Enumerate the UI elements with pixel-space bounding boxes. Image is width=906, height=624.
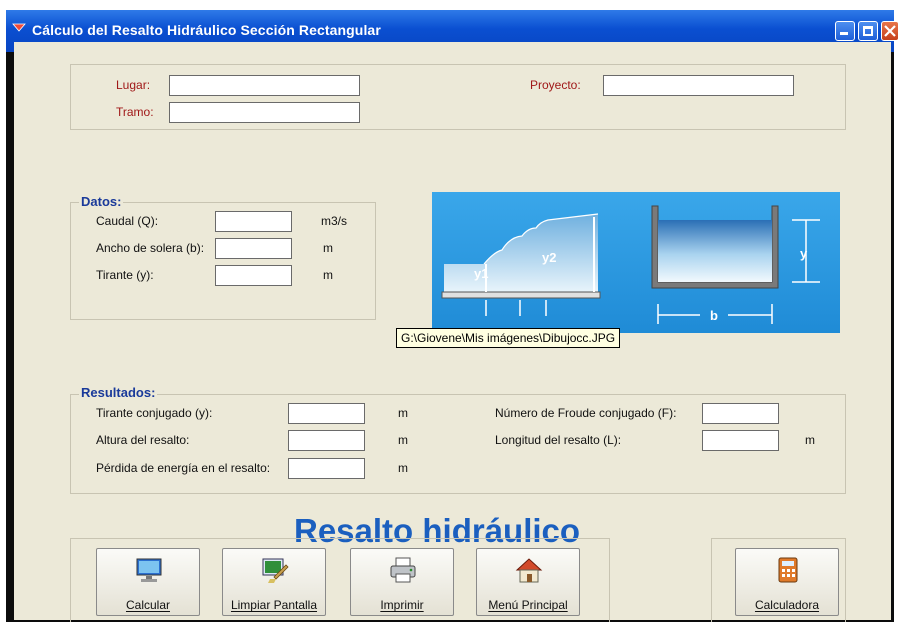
- minimize-icon: [840, 32, 848, 35]
- maximize-icon: [863, 26, 873, 36]
- app-icon: [12, 23, 26, 32]
- perdida-energia-field[interactable]: [288, 458, 365, 479]
- caudal-unit: m3/s: [321, 214, 348, 228]
- froude-label: Número de Froude conjugado (F):: [495, 406, 677, 420]
- maximize-button[interactable]: [858, 21, 878, 41]
- calcular-label: Calcular: [125, 598, 170, 612]
- tramo-field[interactable]: [169, 102, 360, 123]
- tirante-conjugado-label: Tirante conjugado (y):: [96, 406, 213, 420]
- printer-icon: [390, 557, 416, 583]
- calculadora-button[interactable]: Calculadora: [735, 548, 839, 616]
- lugar-field[interactable]: [169, 75, 360, 96]
- hydraulic-jump-diagram: y1 y2 y b: [432, 192, 840, 333]
- ancho-field[interactable]: [215, 238, 292, 259]
- altura-resalto-field[interactable]: [288, 430, 365, 451]
- calculator-icon: [778, 557, 798, 583]
- perdida-energia-label: Pérdida de energía en el resalto:: [96, 461, 271, 475]
- b-label: b: [710, 308, 718, 323]
- tirante-unit: m: [323, 268, 333, 282]
- home-icon: [515, 558, 543, 583]
- tirante-label: Tirante (y):: [96, 268, 154, 282]
- menu-principal-label: Menú Principal: [488, 598, 568, 612]
- tirante-conjugado-field[interactable]: [288, 403, 365, 424]
- broom-screen-icon: [262, 558, 289, 583]
- imprimir-label: Imprimir: [380, 598, 424, 612]
- longitud-resalto-label: Longitud del resalto (L):: [495, 433, 622, 447]
- y1-label: y1: [474, 266, 488, 281]
- tirante-field[interactable]: [215, 265, 292, 286]
- close-icon: [884, 25, 896, 37]
- calculadora-label: Calculadora: [754, 598, 820, 612]
- image-path-tooltip: G:\Giovene\Mis imágenes\Dibujocc.JPG: [396, 328, 621, 348]
- altura-resalto-unit: m: [398, 433, 408, 447]
- lugar-label: Lugar:: [116, 78, 151, 92]
- datos-title: Datos:: [79, 194, 124, 209]
- imprimir-button[interactable]: Imprimir: [350, 548, 454, 616]
- limpiar-pantalla-button[interactable]: Limpiar Pantalla: [222, 548, 326, 616]
- proyecto-label: Proyecto:: [530, 78, 581, 92]
- monitor-icon: [136, 558, 162, 582]
- window-title: Cálculo del Resalto Hidráulico Sección R…: [32, 22, 381, 38]
- longitud-resalto-unit: m: [805, 433, 815, 447]
- calcular-button[interactable]: Calcular: [96, 548, 200, 616]
- ancho-label: Ancho de solera (b):: [96, 241, 205, 255]
- caudal-field[interactable]: [215, 211, 292, 232]
- caudal-label: Caudal (Q):: [96, 214, 159, 228]
- tirante-conjugado-unit: m: [398, 406, 408, 420]
- menu-principal-button[interactable]: Menú Principal: [476, 548, 580, 616]
- resultados-title: Resultados:: [79, 385, 158, 400]
- tramo-label: Tramo:: [116, 105, 154, 119]
- y2-label: y2: [542, 250, 556, 265]
- ancho-unit: m: [323, 241, 333, 255]
- y-label: y: [800, 246, 808, 261]
- minimize-button[interactable]: [835, 21, 855, 41]
- altura-resalto-label: Altura del resalto:: [96, 433, 190, 447]
- close-button[interactable]: [881, 21, 899, 41]
- perdida-energia-unit: m: [398, 461, 408, 475]
- froude-field[interactable]: [702, 403, 779, 424]
- limpiar-pantalla-label: Limpiar Pantalla: [230, 598, 318, 612]
- longitud-resalto-field[interactable]: [702, 430, 779, 451]
- proyecto-field[interactable]: [603, 75, 794, 96]
